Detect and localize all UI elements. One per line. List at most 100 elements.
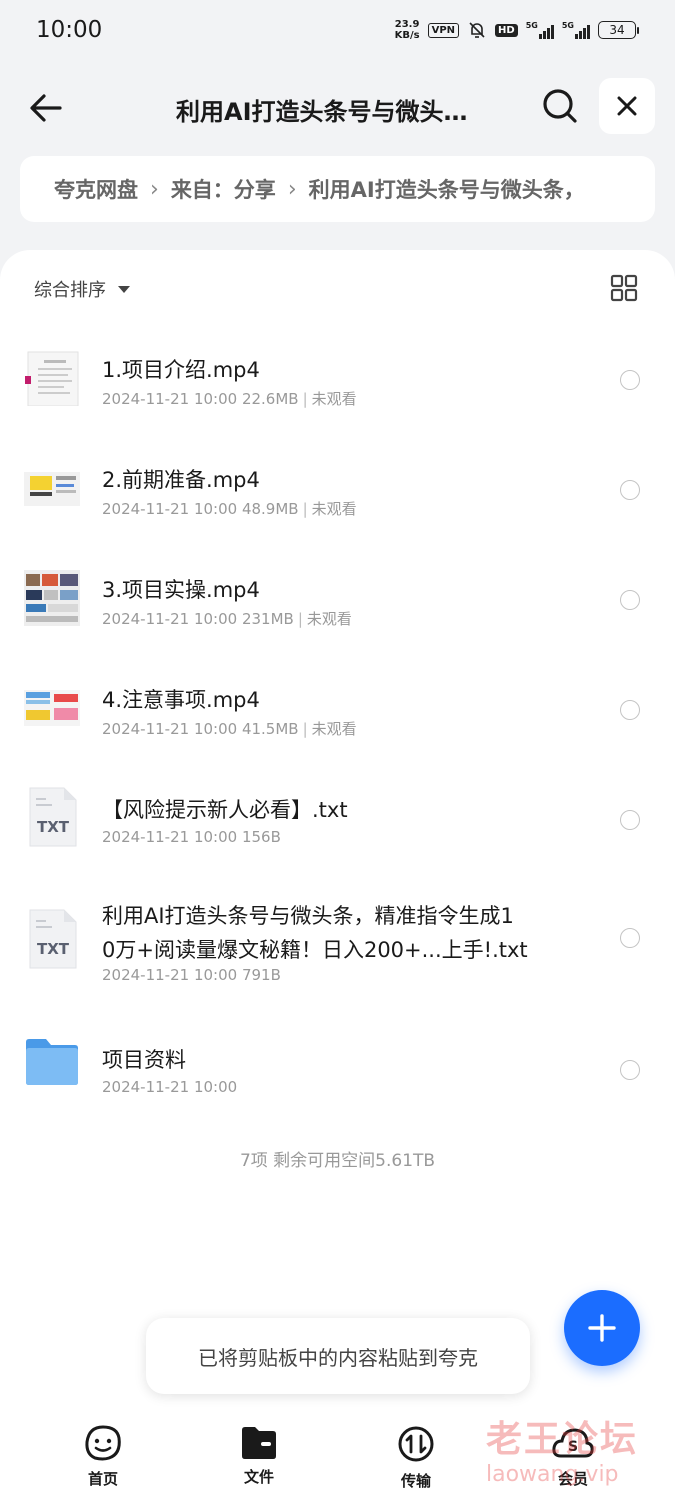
file-size: 791B	[241, 966, 281, 984]
list-item[interactable]: 1.项目介绍.mp4 2024-11-21 10:00 22.6MB | 未观看	[0, 330, 675, 430]
signal-icon: 5G	[526, 21, 554, 39]
battery-level: 34	[598, 21, 636, 39]
nav-item-files[interactable]: 文件	[214, 1424, 304, 1487]
select-radio[interactable]	[620, 1060, 640, 1080]
file-date: 2024-11-21 10:00	[102, 500, 238, 518]
view-toggle-button[interactable]	[610, 274, 638, 302]
back-button[interactable]	[26, 88, 66, 128]
file-meta: 2024-11-21 10:00 22.6MB | 未观看	[102, 390, 357, 408]
file-name: 1.项目介绍.mp4	[102, 358, 260, 382]
select-radio[interactable]	[620, 480, 640, 500]
sim2-label: 5G	[561, 21, 574, 30]
file-size: 22.6MB	[241, 390, 299, 408]
file-size: 231MB	[241, 610, 294, 628]
folder-icon	[26, 1039, 78, 1085]
nav-item-transfer[interactable]: 传输	[371, 1424, 461, 1491]
list-item[interactable]: 3.项目实操.mp4 2024-11-21 10:00 231MB | 未观看	[0, 550, 675, 650]
network-speed: 23.9 KB/s	[395, 19, 420, 41]
select-radio[interactable]	[620, 370, 640, 390]
transfer-icon	[398, 1426, 434, 1462]
file-name: 4.注意事项.mp4	[102, 688, 260, 712]
bell-muted-icon	[469, 22, 485, 38]
file-size: 156B	[241, 828, 281, 846]
file-meta: 2024-11-21 10:00	[102, 1078, 237, 1096]
video-thumbnail	[24, 570, 80, 626]
file-meta: 2024-11-21 10:00 156B	[102, 828, 281, 846]
list-item[interactable]: TXT 【风险提示新人必看】.txt 2024-11-21 10:00 156B	[0, 770, 675, 870]
watch-status: 未观看	[311, 720, 357, 738]
toast-message: 已将剪贴板中的内容粘贴到夸克	[146, 1318, 530, 1394]
watermark-url: laowang.vip	[486, 1462, 619, 1487]
status-bar: 10:00 23.9 KB/s VPN HD 5G 5G 34	[0, 0, 675, 60]
video-thumbnail	[24, 680, 80, 736]
txt-label: TXT	[37, 940, 70, 958]
caret-down-icon	[118, 285, 130, 293]
breadcrumb-item-root[interactable]: 夸克网盘	[54, 174, 138, 204]
sim1-label: 5G	[525, 21, 538, 30]
status-time: 10:00	[36, 17, 103, 43]
file-date: 2024-11-21 10:00	[102, 1078, 238, 1096]
select-radio[interactable]	[620, 700, 640, 720]
file-meta: 2024-11-21 10:00 791B	[102, 966, 281, 984]
network-speed-value: 23.9	[394, 19, 420, 30]
signal-icon: 5G	[562, 21, 590, 39]
breadcrumb-item-share[interactable]: 来自：分享	[171, 174, 276, 204]
breadcrumb-item-current[interactable]: 利用AI打造头条号与微头条，	[309, 174, 585, 204]
breadcrumb: 夸克网盘 › 来自：分享 › 利用AI打造头条号与微头条，	[20, 156, 655, 222]
nav-label-transfer: 传输	[400, 1472, 431, 1490]
watermark-title: 老王论坛	[486, 1419, 639, 1460]
select-radio[interactable]	[620, 928, 640, 948]
nav-label-files: 文件	[243, 1468, 274, 1486]
file-meta: 2024-11-21 10:00 231MB | 未观看	[102, 610, 352, 628]
sort-dropdown[interactable]: 综合排序	[34, 276, 130, 302]
smile-face-icon	[85, 1425, 121, 1461]
nav-item-home[interactable]: 首页	[58, 1424, 148, 1489]
storage-summary: 7项 剩余可用空间5.61TB	[239, 1151, 436, 1171]
file-name: 2.前期准备.mp4	[102, 468, 260, 492]
list-item[interactable]: TXT 利用AI打造头条号与微头条，精准指令生成1 0万+阅读量爆文秘籍！日入2…	[0, 880, 675, 1010]
file-name: 3.项目实操.mp4	[102, 578, 260, 602]
close-button[interactable]	[599, 78, 655, 134]
folder-name: 项目资料	[102, 1048, 186, 1072]
select-radio[interactable]	[620, 590, 640, 610]
file-name: 【风险提示新人必看】.txt	[102, 798, 348, 822]
file-date: 2024-11-21 10:00	[102, 610, 238, 628]
file-date: 2024-11-21 10:00	[102, 966, 238, 984]
file-date: 2024-11-21 10:00	[102, 828, 238, 846]
status-indicators: 23.9 KB/s VPN HD 5G 5G 34	[395, 19, 639, 41]
file-size: 41.5MB	[241, 720, 299, 738]
file-name-line1: 利用AI打造头条号与微头条，精准指令生成1	[102, 904, 514, 928]
list-item[interactable]: 2.前期准备.mp4 2024-11-21 10:00 48.9MB | 未观看	[0, 440, 675, 540]
file-meta: 2024-11-21 10:00 41.5MB | 未观看	[102, 720, 357, 738]
page-title: 利用AI打造头条号与微头…	[176, 98, 468, 126]
file-size: 48.9MB	[241, 500, 299, 518]
watch-status: 未观看	[306, 610, 352, 628]
file-meta: 2024-11-21 10:00 48.9MB | 未观看	[102, 500, 357, 518]
search-icon	[543, 89, 577, 123]
header: 利用AI打造头条号与微头…	[0, 78, 675, 136]
video-thumbnail	[24, 460, 80, 516]
list-item[interactable]: 4.注意事项.mp4 2024-11-21 10:00 41.5MB | 未观看	[0, 660, 675, 760]
nav-label-home: 首页	[87, 1470, 118, 1488]
chevron-right-icon: ›	[150, 176, 159, 202]
list-item[interactable]: 项目资料 2024-11-21 10:00	[0, 1020, 675, 1120]
file-date: 2024-11-21 10:00	[102, 390, 238, 408]
txt-file-icon: TXT	[24, 908, 80, 970]
watch-status: 未观看	[311, 390, 357, 408]
arrow-left-icon	[30, 94, 62, 122]
hd-icon: HD	[495, 23, 518, 37]
vpn-icon: VPN	[427, 22, 460, 38]
grid-view-icon	[610, 274, 638, 302]
file-date: 2024-11-21 10:00	[102, 720, 238, 738]
select-radio[interactable]	[620, 810, 640, 830]
video-thumbnail	[24, 350, 80, 406]
close-icon	[617, 96, 637, 116]
file-name-line2: 0万+阅读量爆文秘籍！日入200+...上手!.txt	[102, 938, 528, 962]
add-button[interactable]	[564, 1290, 640, 1366]
plus-icon	[588, 1314, 616, 1342]
sort-label: 综合排序	[34, 280, 106, 301]
network-speed-unit: KB/s	[394, 30, 420, 41]
txt-file-icon: TXT	[24, 786, 80, 848]
search-button[interactable]	[540, 86, 580, 126]
txt-label: TXT	[37, 818, 70, 836]
